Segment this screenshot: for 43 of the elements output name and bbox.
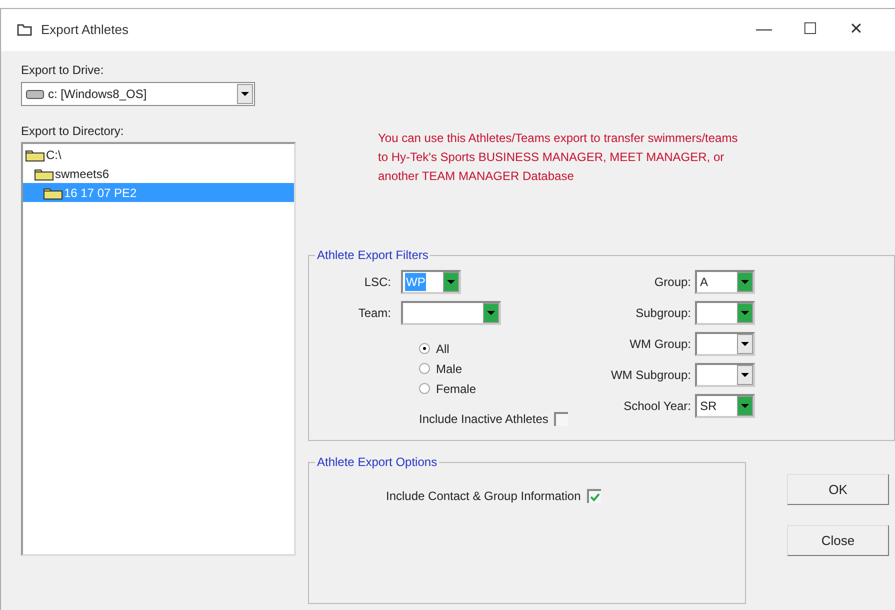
field-label: WM Subgroup: <box>610 367 692 384</box>
ok-button[interactable]: OK <box>787 474 889 505</box>
field-label: Team: <box>357 305 392 322</box>
radio-label: Female <box>436 380 476 398</box>
field-label: Group: <box>653 274 692 291</box>
folder-icon <box>34 166 54 180</box>
tree-item[interactable]: C:\ <box>23 145 294 164</box>
drive-dropdown[interactable]: c: [Windows8_OS] <box>21 82 255 106</box>
radio-button[interactable] <box>419 383 430 394</box>
radio-label: All <box>436 340 450 358</box>
close-button[interactable]: Close <box>787 525 889 556</box>
radio-label: Male <box>436 360 462 378</box>
radio-button[interactable] <box>419 363 430 374</box>
combo-box[interactable] <box>695 301 755 325</box>
close-button[interactable]: ✕ <box>833 15 879 45</box>
maximize-button[interactable]: ☐ <box>787 15 833 45</box>
combo-box[interactable] <box>401 301 501 325</box>
combo-value: WP <box>405 273 426 291</box>
group-title: Athlete Export Filters <box>315 248 430 262</box>
combo-box[interactable] <box>695 363 755 387</box>
tree-item[interactable]: swmeets6 <box>23 164 294 183</box>
drive-icon <box>26 90 44 98</box>
folder-icon <box>43 186 63 200</box>
drive-label: Export to Drive: <box>21 63 105 77</box>
notice-text: You can use this Athletes/Teams export to transfer swimmers/teams to Hy-Tek's Sports BUSINESS MANAGER, MEET MANAGER, or another TEAM MANAGER Database <box>378 130 739 185</box>
minimize-button[interactable]: — <box>741 15 787 45</box>
field-label: Subgroup: <box>634 305 692 322</box>
combo-box[interactable]: A <box>695 270 755 294</box>
field-label: School Year: <box>622 398 692 415</box>
checkbox[interactable] <box>586 489 601 503</box>
group-title: Athlete Export Options <box>315 455 440 469</box>
field-label: LSC: <box>363 274 392 291</box>
directory-label: Export to Directory: <box>21 124 125 138</box>
field-label: WM Group: <box>628 336 692 353</box>
folder-icon <box>25 148 45 162</box>
checkbox-label: Include Inactive Athletes <box>419 411 548 428</box>
radio-button[interactable] <box>419 343 430 354</box>
checkbox[interactable] <box>554 412 568 426</box>
combo-box[interactable]: SR <box>695 394 755 418</box>
combo-box[interactable] <box>695 332 755 356</box>
checkbox-label: Include Contact & Group Information <box>386 488 581 505</box>
window-title: Export Athletes <box>41 21 128 40</box>
folder-window-icon <box>17 23 33 37</box>
